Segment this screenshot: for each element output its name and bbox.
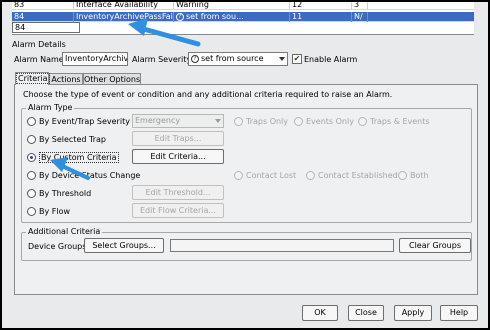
help-button[interactable]: Help — [440, 305, 478, 321]
question-icon: ? — [176, 12, 184, 21]
row-name: InventoryArchivePassFail — [76, 12, 174, 22]
threshold-label: By Threshold — [39, 189, 92, 198]
custom-criteria-radio[interactable] — [27, 153, 36, 162]
event-trap-radio[interactable] — [27, 117, 36, 126]
ok-button[interactable]: OK — [302, 305, 338, 321]
traps-events-label: Traps & Events — [370, 117, 430, 126]
row-severity: set from sou... — [186, 12, 244, 21]
alarm-severity-value: set from source — [201, 54, 264, 63]
device-status-radio[interactable] — [27, 171, 36, 180]
chevron-down-icon — [215, 119, 221, 123]
threshold-radio[interactable] — [27, 189, 36, 198]
device-groups-field[interactable] — [170, 239, 394, 252]
selected-trap-radio[interactable] — [27, 135, 36, 144]
criteria-panel: Choose the type of event or condition an… — [14, 84, 478, 295]
alarm-severity-label: Alarm Severity: — [132, 55, 194, 64]
enable-alarm-label: Enable Alarm — [304, 55, 358, 64]
custom-criteria-label: By Custom Criteria — [39, 152, 119, 163]
criteria-description: Choose the type of event or condition an… — [23, 90, 393, 99]
row-count: 11 — [290, 12, 352, 22]
alarm-table[interactable]: 83 Interface Availability Warning 12 3 8… — [12, 2, 474, 35]
alarm-severity-select[interactable]: ? set from source — [188, 52, 288, 66]
both-radio[interactable] — [398, 171, 407, 180]
row-severity-cell: ? set from sou... — [174, 12, 290, 22]
contact-lost-label: Contact Lost — [246, 171, 297, 180]
device-groups-label: Device Groups: — [28, 242, 90, 251]
contact-established-label: Contact Established — [318, 171, 398, 180]
row-extra: 3 — [352, 2, 368, 10]
edit-traps-button[interactable]: Edit Traps... — [132, 131, 224, 146]
clear-groups-button[interactable]: Clear Groups — [399, 238, 471, 253]
apply-button[interactable]: Apply — [394, 305, 432, 321]
row-id: 84 — [12, 12, 74, 22]
table-row-edit[interactable]: 84 — [12, 22, 80, 33]
contact-lost-radio[interactable] — [234, 171, 243, 180]
device-status-label: By Device Status Change — [39, 171, 141, 180]
alarm-name-field[interactable]: InventoryArchivel — [62, 52, 128, 66]
traps-only-radio[interactable] — [234, 117, 243, 126]
both-label: Both — [410, 171, 429, 180]
table-row-selected[interactable]: 84 InventoryArchivePassFail ? set from so… — [12, 12, 474, 22]
row-id: 83 — [12, 2, 74, 10]
row-name: Interface Availability — [74, 2, 174, 10]
select-groups-button[interactable]: Select Groups... — [84, 238, 164, 253]
alarm-details-label: Alarm Details — [12, 40, 66, 49]
traps-events-radio[interactable] — [358, 117, 367, 126]
alarm-editor-window: 83 Interface Availability Warning 12 3 8… — [0, 0, 490, 330]
flow-radio[interactable] — [27, 207, 36, 216]
events-only-label: Events Only — [306, 117, 354, 126]
row-id-editor[interactable]: 84 — [13, 23, 75, 33]
additional-criteria-label: Additional Criteria — [26, 227, 103, 236]
alarm-type-label: Alarm Type — [26, 103, 75, 112]
event-trap-label: By Event/Trap Severity — [39, 117, 130, 126]
question-icon: ? — [191, 54, 199, 63]
additional-criteria-group: Additional Criteria Device Groups: Selec… — [21, 227, 472, 261]
enable-alarm-checkbox[interactable]: ✔ — [292, 54, 302, 64]
severity-filter-select[interactable]: Emergency — [132, 114, 224, 128]
tab-criteria[interactable]: Criteria — [15, 72, 50, 85]
close-button[interactable]: Close — [348, 305, 384, 321]
selected-trap-label: By Selected Trap — [39, 135, 106, 144]
row-severity: Warning — [174, 2, 290, 10]
edit-criteria-button[interactable]: Edit Criteria... — [132, 149, 224, 164]
severity-filter-value: Emergency — [135, 116, 181, 125]
alarm-type-group: Alarm Type By Event/Trap Severity Emerge… — [21, 103, 472, 223]
events-only-radio[interactable] — [294, 117, 303, 126]
contact-established-radio[interactable] — [306, 171, 315, 180]
traps-only-label: Traps Only — [246, 117, 289, 126]
alarm-name-label: Alarm Name: — [14, 55, 67, 64]
tab-criteria-label: Criteria — [16, 73, 50, 84]
edit-threshold-button[interactable]: Edit Threshold... — [132, 185, 224, 200]
table-row[interactable]: 83 Interface Availability Warning 12 3 — [12, 2, 474, 10]
flow-label: By Flow — [39, 207, 71, 216]
row-extra: N/ — [352, 12, 368, 22]
custom-criteria-label-wrap: By Custom Criteria — [39, 152, 119, 163]
row-count: 12 — [290, 2, 352, 10]
edit-flow-criteria-button[interactable]: Edit Flow Criteria... — [132, 203, 224, 218]
chevron-down-icon — [279, 57, 285, 61]
